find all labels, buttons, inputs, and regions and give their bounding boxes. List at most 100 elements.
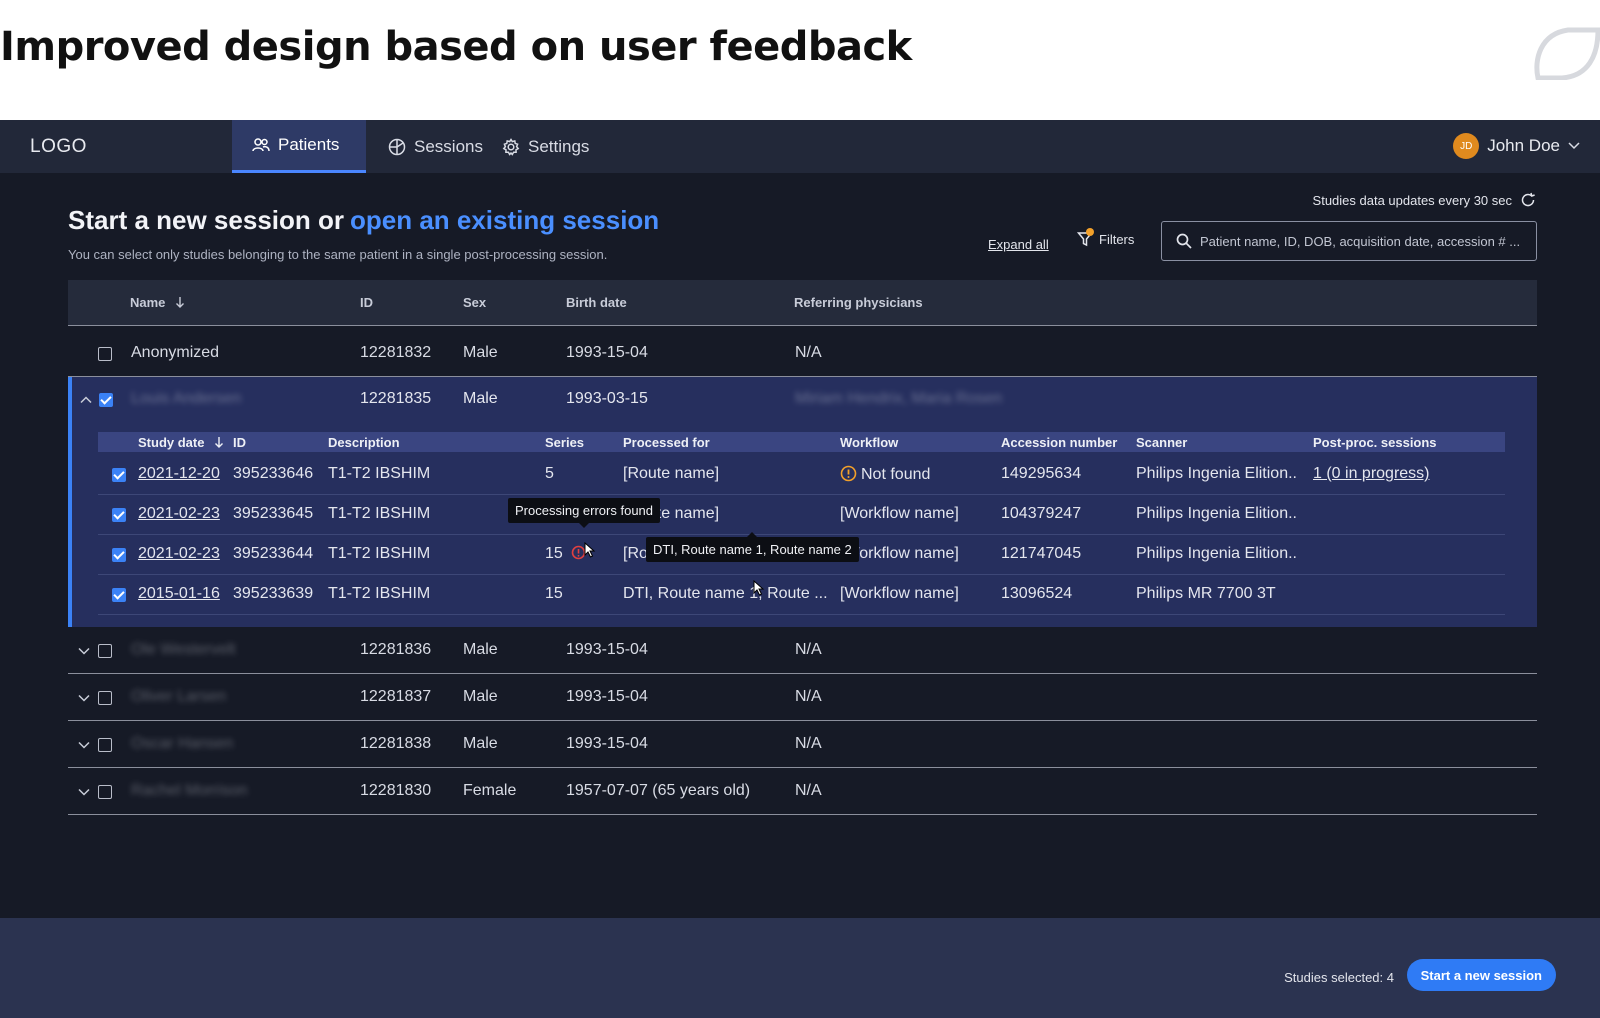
column-header-study-date[interactable]: Study date — [138, 435, 224, 450]
users-icon — [252, 138, 270, 152]
mouse-cursor-icon — [753, 580, 765, 596]
column-header-birth-date[interactable]: Birth date — [566, 295, 627, 310]
study-scanner: Philips Ingenia Elition.. — [1136, 545, 1297, 562]
studies-selected-count: Studies selected: 4 — [1284, 970, 1394, 985]
study-description: T1-T2 IBSHIM — [328, 585, 431, 602]
table-row[interactable]: Rachel Morrison 12281830 Female 1957-07-… — [68, 769, 1537, 815]
study-date-link[interactable]: 2021-02-23 — [138, 545, 220, 563]
filter-icon — [1076, 228, 1094, 247]
column-header-description[interactable]: Description — [328, 435, 400, 450]
study-id: 395233644 — [233, 545, 314, 562]
user-menu[interactable]: JD John Doe — [1453, 133, 1580, 159]
patient-name: Ole Westervelt — [131, 641, 236, 658]
table-row[interactable]: Oliver Larsen 12281837 Male 1993-15-04 N… — [68, 675, 1537, 721]
tab-sessions[interactable]: Sessions — [388, 120, 483, 173]
study-id: 395233639 — [233, 585, 314, 602]
study-row[interactable]: 2015-01-16 395233639 T1-T2 IBSHIM 15 DTI… — [98, 575, 1505, 615]
chevron-down-icon — [1568, 142, 1580, 150]
table-row[interactable]: Louis Andersen 12281835 Male 1993-03-15 … — [72, 377, 1537, 423]
patient-physicians: N/A — [795, 344, 822, 361]
updates-text: Studies data updates every 30 sec — [1312, 192, 1512, 208]
series-count: 15 — [545, 545, 563, 562]
chevron-down-icon[interactable] — [77, 691, 91, 705]
search-input[interactable] — [1200, 233, 1530, 249]
column-header-accession[interactable]: Accession number — [1001, 435, 1117, 450]
studies-table-header: Study date ID Description Series Process… — [98, 432, 1505, 452]
sort-down-icon — [176, 297, 185, 308]
app-logo: LOGO — [30, 136, 87, 157]
warning-icon — [840, 465, 857, 482]
column-header-processed-for[interactable]: Processed for — [623, 435, 710, 450]
row-checkbox[interactable] — [99, 393, 113, 407]
column-header-id[interactable]: ID — [360, 295, 373, 310]
study-description: T1-T2 IBSHIM — [328, 465, 431, 482]
row-checkbox[interactable] — [98, 691, 112, 705]
study-scanner: Philips MR 7700 3T — [1136, 585, 1276, 602]
study-checkbox[interactable] — [112, 508, 126, 522]
column-header-workflow[interactable]: Workflow — [840, 435, 898, 450]
patient-birth-date: 1957-07-07 (65 years old) — [566, 782, 751, 799]
column-header-physicians[interactable]: Referring physicians — [794, 295, 923, 310]
column-header-series[interactable]: Series — [545, 435, 584, 450]
patient-name: Rachel Morrison — [131, 782, 248, 799]
post-proc-sessions-link[interactable]: 1 (0 in progress) — [1313, 465, 1430, 483]
patient-birth-date: 1993-03-15 — [566, 390, 648, 407]
filters-button[interactable]: Filters — [1076, 228, 1134, 247]
study-date-link[interactable]: 2015-01-16 — [138, 585, 220, 603]
patient-sex: Male — [463, 390, 498, 407]
row-checkbox[interactable] — [98, 785, 112, 799]
patient-physicians: N/A — [795, 782, 822, 799]
column-header-sex[interactable]: Sex — [463, 295, 486, 310]
page-title-text: Start a new session or — [68, 205, 344, 235]
study-workflow: [Workflow name] — [840, 585, 959, 602]
chevron-down-icon[interactable] — [77, 644, 91, 658]
patient-birth-date: 1993-15-04 — [566, 641, 648, 658]
app-window: LOGO Patients Sessions Settings JD John … — [0, 120, 1600, 1018]
chevron-down-icon[interactable] — [77, 738, 91, 752]
patient-id: 12281837 — [360, 688, 432, 705]
patient-physicians: N/A — [795, 688, 822, 705]
study-checkbox[interactable] — [112, 588, 126, 602]
row-checkbox[interactable] — [98, 738, 112, 752]
avatar: JD — [1453, 133, 1480, 159]
column-header-scanner[interactable]: Scanner — [1136, 435, 1187, 450]
tab-settings[interactable]: Settings — [502, 120, 589, 173]
tab-patients[interactable]: Patients — [232, 120, 366, 173]
chevron-down-icon[interactable] — [77, 785, 91, 799]
patient-physicians: Miriam Hendrix, Maria Rosen — [795, 390, 1003, 407]
table-row[interactable]: Anonymized 12281832 Male 1993-15-04 N/A — [68, 331, 1537, 377]
study-accession: 149295634 — [1001, 465, 1082, 482]
expand-all-link[interactable]: Expand all — [988, 237, 1049, 252]
study-date-link[interactable]: 2021-02-23 — [138, 505, 220, 523]
updates-info: Studies data updates every 30 sec — [1313, 192, 1536, 208]
study-scanner: Philips Ingenia Elition.. — [1136, 505, 1297, 522]
study-processed-for[interactable]: DTI, Route name 1, Route ... — [623, 585, 828, 603]
patient-physicians: N/A — [795, 735, 822, 752]
start-new-session-button[interactable]: Start a new session — [1406, 959, 1556, 991]
chevron-up-icon[interactable] — [79, 393, 93, 407]
study-id: 395233645 — [233, 505, 314, 522]
top-nav: LOGO Patients Sessions Settings JD John … — [0, 120, 1600, 173]
study-row[interactable]: 2021-02-23 395233645 T1-T2 IBSHIM 50 [Ro… — [98, 495, 1505, 535]
refresh-icon[interactable] — [1520, 192, 1536, 208]
tab-label: Patients — [278, 135, 340, 154]
open-session-link[interactable]: open an existing session — [350, 205, 659, 235]
study-workflow: Not found — [840, 465, 930, 484]
table-row[interactable]: Oscar Hansen 12281838 Male 1993-15-04 N/… — [68, 722, 1537, 768]
study-checkbox[interactable] — [112, 468, 126, 482]
table-row[interactable]: Ole Westervelt 12281836 Male 1993-15-04 … — [68, 628, 1537, 674]
column-header-study-id[interactable]: ID — [233, 435, 246, 450]
patient-name: Louis Andersen — [131, 390, 242, 407]
study-checkbox[interactable] — [112, 548, 126, 562]
study-date-link[interactable]: 2021-12-20 — [138, 465, 220, 483]
row-checkbox[interactable] — [98, 644, 112, 658]
search-box[interactable] — [1161, 221, 1537, 261]
column-header-name[interactable]: Name — [130, 295, 185, 310]
patient-name: Oscar Hansen — [131, 735, 234, 752]
study-scanner: Philips Ingenia Elition.. — [1136, 465, 1297, 482]
brand-logo-icon — [1534, 27, 1600, 80]
study-accession: 121747045 — [1001, 545, 1082, 562]
study-row[interactable]: 2021-12-20 395233646 T1-T2 IBSHIM 5 [Rou… — [98, 455, 1505, 495]
column-header-post-proc-sessions[interactable]: Post-proc. sessions — [1313, 435, 1437, 450]
row-checkbox[interactable] — [98, 347, 112, 361]
